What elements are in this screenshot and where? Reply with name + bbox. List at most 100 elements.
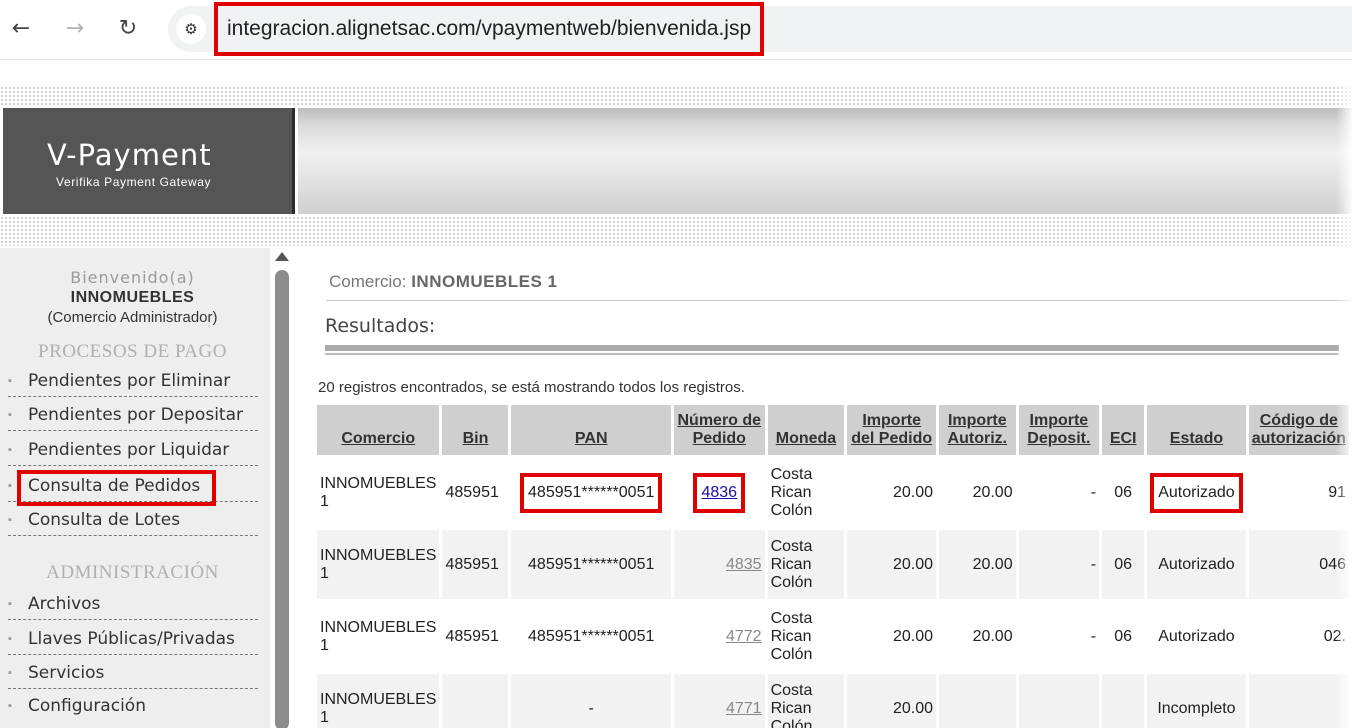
- cell-estado: Autorizado: [1147, 530, 1246, 599]
- bullet-icon: ▪: [8, 633, 12, 645]
- cell-eci: 06: [1102, 530, 1145, 599]
- sidebar-item-pendientes-eliminar[interactable]: ▪ Pendientes por Eliminar: [8, 369, 258, 397]
- cell-moneda: Costa Rican Colón: [767, 674, 845, 728]
- cell-moneda: Costa Rican Colón: [770, 465, 813, 519]
- commerce-line: Comercio: INNOMUEBLES 1: [329, 272, 558, 292]
- main-content: Comercio: INNOMUEBLES 1 Resultados: 20 r…: [296, 248, 1352, 728]
- forward-arrow-icon[interactable]: →: [60, 14, 90, 44]
- highlight-box-consulta-pedidos: [17, 470, 216, 506]
- sidebar-item-pendientes-liquidar[interactable]: ▪ Pendientes por Liquidar: [8, 438, 258, 466]
- cell-estado: Autorizado: [1147, 458, 1246, 527]
- url-text[interactable]: integracion.alignetsac.com/vpaymentweb/b…: [214, 2, 765, 56]
- sidebar-item-configuracion[interactable]: ▪ Configuración: [8, 694, 258, 722]
- sidebar-item-label: Archivos: [28, 594, 101, 614]
- table-row: INNOMUEBLES 1 485951 485951******0051 47…: [317, 602, 1349, 671]
- commerce-label: Comercio:: [329, 272, 407, 291]
- cell-eci: [1102, 674, 1145, 728]
- sidebar-item-archivos[interactable]: ▪ Archivos: [8, 592, 258, 620]
- cell-moneda: Costa Rican Colón: [770, 609, 813, 663]
- cell-importe-pedido: 20.00: [847, 530, 937, 599]
- logo-title: V-Payment: [47, 138, 212, 172]
- back-arrow-icon[interactable]: ←: [6, 14, 36, 44]
- sidebar-item-label: Llaves Públicas/Privadas: [28, 629, 235, 649]
- cell-importe-pedido: 20.00: [892, 483, 934, 501]
- divider: [326, 300, 1352, 301]
- column-header-importe-pedido[interactable]: Importe del Pedido: [847, 405, 937, 455]
- results-table: Comercio Bin PAN Número de Pedido Moneda…: [314, 402, 1352, 728]
- bullet-icon: ▪: [8, 700, 12, 712]
- cell-bin: [442, 674, 509, 728]
- bullet-icon: ▪: [8, 480, 12, 492]
- cell-eci: 06: [1114, 483, 1133, 501]
- cell-importe-deposit: -: [1090, 483, 1097, 501]
- sidebar-item-consulta-lotes[interactable]: ▪ Consulta de Lotes: [8, 508, 258, 536]
- cell-comercio: INNOMUEBLES 1: [317, 530, 440, 599]
- section-title-administracion: ADMINISTRACIÓN: [46, 562, 219, 583]
- cell-comercio: INNOMUEBLES 1: [317, 674, 440, 728]
- user-name: INNOMUEBLES: [70, 289, 195, 306]
- cell-codigo: 91: [1249, 458, 1349, 527]
- cell-pan: 485951******0051: [528, 627, 655, 645]
- dotted-header-strip: [0, 86, 1352, 106]
- cell-pan: 485951******0051: [511, 530, 671, 599]
- site-info-icon[interactable]: ⚙: [176, 14, 206, 44]
- sidebar-item-servicios[interactable]: ▪ Servicios: [8, 661, 258, 689]
- bullet-icon: ▪: [8, 444, 12, 456]
- table-row: INNOMUEBLES 1 - 4771 Costa Rican Colón 2…: [317, 674, 1349, 728]
- column-header-moneda[interactable]: Moneda: [767, 405, 845, 455]
- reload-icon[interactable]: ↻: [113, 14, 143, 44]
- sidebar-item-label: Pendientes por Eliminar: [28, 371, 231, 391]
- sidebar-item-label: Servicios: [28, 663, 105, 683]
- order-link[interactable]: 4772: [726, 628, 762, 645]
- order-link[interactable]: 4836: [701, 484, 737, 501]
- cell-pedido: 4835: [673, 530, 765, 599]
- cell-codigo: 046: [1248, 530, 1349, 599]
- column-header-eci[interactable]: ECI: [1102, 405, 1145, 455]
- cell-importe-pedido: 20.00: [847, 674, 937, 728]
- scroll-up-arrow-icon[interactable]: [275, 252, 289, 261]
- order-link[interactable]: 4835: [726, 556, 762, 573]
- header-banner: [298, 108, 1352, 214]
- column-header-importe-autoriz[interactable]: Importe Autoriz.: [939, 405, 1016, 455]
- table-row: INNOMUEBLES 1 485951 485951******0051 48…: [317, 530, 1349, 599]
- highlighted-pan: 485951******0051: [520, 472, 663, 513]
- bullet-icon: ▪: [8, 598, 12, 610]
- sidebar-item-pendientes-depositar[interactable]: ▪ Pendientes por Depositar: [8, 403, 258, 431]
- scroll-thumb[interactable]: [275, 270, 289, 728]
- cell-moneda: Costa Rican Colón: [767, 530, 845, 599]
- column-header-pan[interactable]: PAN: [511, 405, 671, 455]
- cell-pedido: 4772: [674, 602, 765, 671]
- cell-estado: Autorizado: [1158, 627, 1235, 645]
- sidebar-scrollbar[interactable]: [270, 248, 294, 728]
- sidebar-item-llaves[interactable]: ▪ Llaves Públicas/Privadas: [8, 627, 258, 655]
- cell-pan: 485951******0051: [511, 458, 671, 527]
- user-role: (Comercio Administrador): [47, 309, 218, 326]
- cell-importe-deposit: -: [1018, 530, 1100, 599]
- section-title-procesos: PROCESOS DE PAGO: [38, 341, 227, 362]
- sidebar-item-label: Pendientes por Liquidar: [28, 440, 230, 460]
- column-header-bin[interactable]: Bin: [442, 405, 509, 455]
- cell-importe-pedido: 20.00: [892, 627, 934, 645]
- cell-pedido: 4836: [674, 458, 765, 527]
- column-header-numero-pedido[interactable]: Número de Pedido: [673, 405, 765, 455]
- column-header-comercio[interactable]: Comercio: [317, 405, 440, 455]
- table-row: INNOMUEBLES 1 485951 485951******0051 48…: [317, 458, 1349, 527]
- sidebar-item-label: Configuración: [28, 696, 146, 716]
- cell-comercio: INNOMUEBLES 1: [320, 618, 437, 654]
- cell-importe-autoriz: 20.00: [972, 483, 1013, 501]
- column-header-codigo[interactable]: Código de autorización: [1248, 405, 1349, 455]
- commerce-name: INNOMUEBLES 1: [411, 272, 558, 291]
- cell-importe-autoriz: 20.00: [972, 627, 1013, 645]
- cell-bin: 485951: [442, 530, 509, 599]
- sidebar-item-label: Consulta de Lotes: [28, 510, 181, 530]
- order-link[interactable]: 4771: [726, 700, 762, 717]
- sidebar-item-label: Pendientes por Depositar: [28, 405, 243, 425]
- address-bar[interactable]: ⚙ integracion.alignetsac.com/vpaymentweb…: [168, 2, 1352, 56]
- cell-eci: 06: [1114, 627, 1133, 645]
- highlighted-status: Autorizado: [1150, 472, 1243, 513]
- column-header-importe-deposit[interactable]: Importe Deposit.: [1018, 405, 1100, 455]
- divider-thick: [325, 345, 1339, 355]
- column-header-estado[interactable]: Estado: [1147, 405, 1246, 455]
- bullet-icon: ▪: [8, 375, 12, 387]
- cell-codigo: [1248, 674, 1349, 728]
